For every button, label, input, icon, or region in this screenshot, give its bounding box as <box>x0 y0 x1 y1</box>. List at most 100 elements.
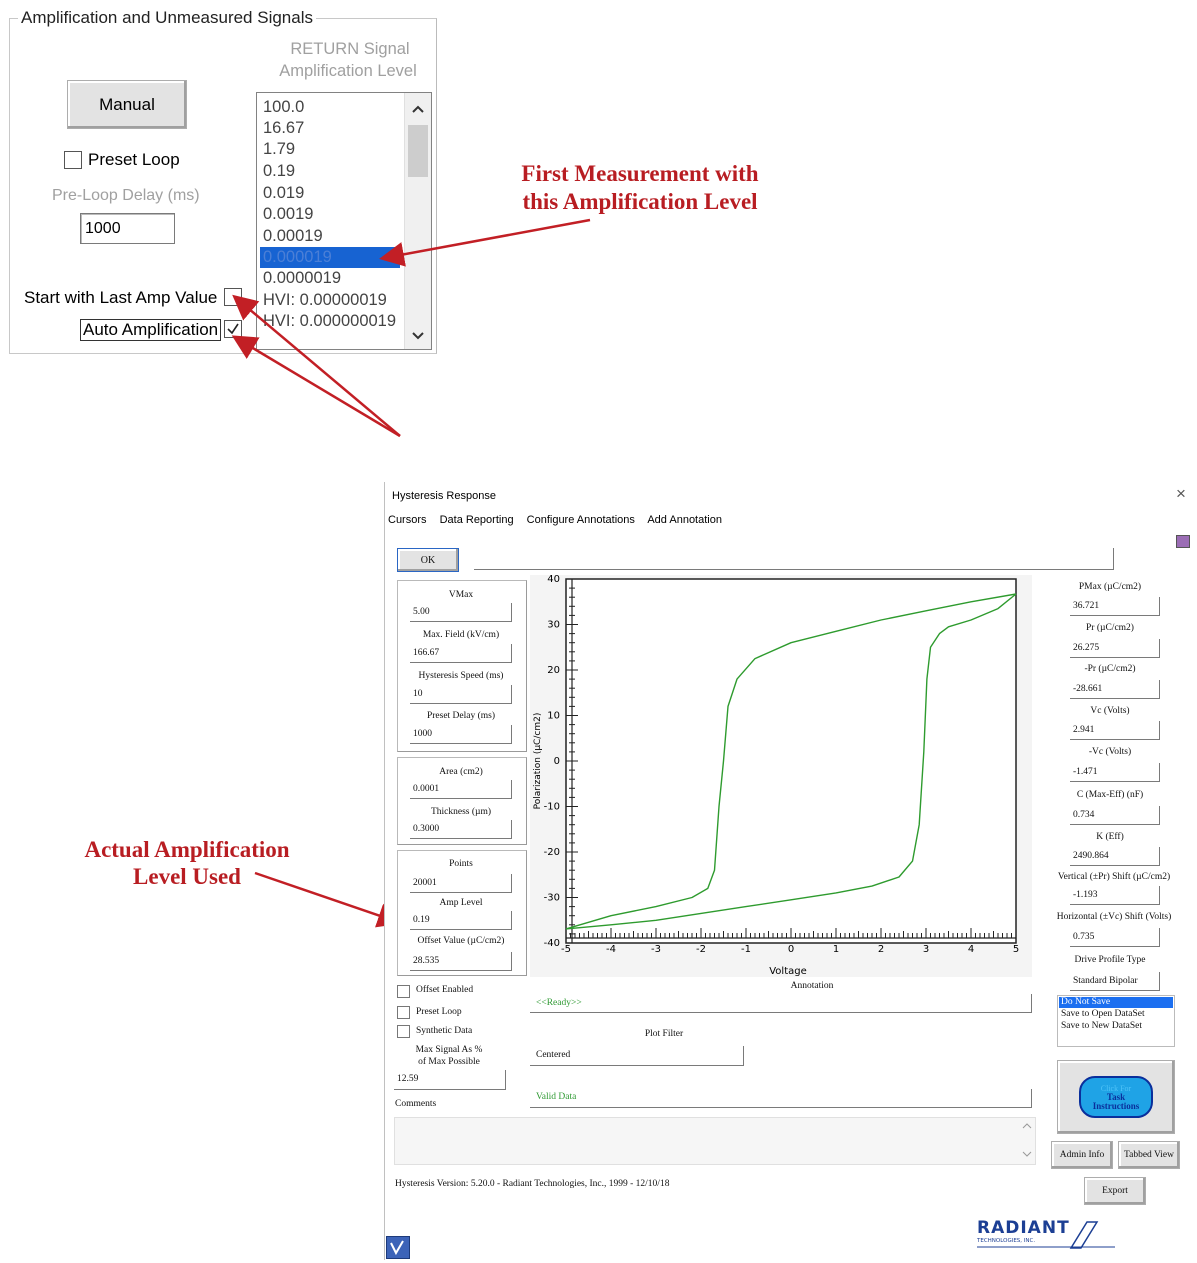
synthetic-data-checkbox[interactable] <box>397 1025 410 1038</box>
comments-textarea[interactable] <box>394 1117 1036 1165</box>
pmax-field: 36.721 <box>1070 597 1160 616</box>
tabbed-view-button[interactable]: Tabbed View <box>1118 1141 1180 1169</box>
menu-cursors[interactable]: Cursors <box>388 514 427 526</box>
save-option[interactable]: Save to Open DataSet <box>1061 1009 1145 1019</box>
x-tick-label: -2 <box>696 944 706 955</box>
max-field-label: Max. Field (kV/cm) <box>422 630 500 640</box>
x-tick-label: -3 <box>651 944 661 955</box>
task-btn-line3: Instructions <box>1092 1100 1140 1111</box>
preset-loop-label-small: Preset Loop <box>416 1007 462 1017</box>
max-signal-label-1: Max Signal As % <box>415 1045 483 1055</box>
top-status-field <box>474 548 1114 570</box>
save-options-list[interactable]: Do Not Save Save to Open DataSet Save to… <box>1057 995 1175 1047</box>
hysteresis-chart: 403020100-10-20-30-40-5 -4 -3 -2 -1 0 1 2 3 4 5 Vo… <box>533 575 1019 977</box>
hysteresis-speed-field[interactable]: 10 <box>410 685 512 704</box>
export-button[interactable]: Export <box>1084 1177 1146 1205</box>
x-axis-label: Voltage <box>769 966 807 977</box>
y-axis-label: Polarization (µC/cm2) <box>533 713 543 810</box>
valid-data-field: Valid Data <box>530 1089 1032 1108</box>
y-tick-label: 30 <box>547 620 560 631</box>
area-field[interactable]: 0.0001 <box>410 780 512 799</box>
hysteresis-speed-label: Hysteresis Speed (ms) <box>418 671 504 681</box>
points-field[interactable]: 20001 <box>410 874 512 893</box>
offset-enabled-label: Offset Enabled <box>416 985 474 995</box>
vc-label: Vc (Volts) <box>1090 706 1130 716</box>
capacitance-field: 0.734 <box>1070 806 1160 825</box>
thickness-label: Thickness (µm) <box>430 807 492 817</box>
window-title: Hysteresis Response <box>392 490 496 502</box>
neg-vc-field: -1.471 <box>1070 763 1160 782</box>
x-tick-label: -5 <box>561 944 571 955</box>
offset-value-label: Offset Value (µC/cm2) <box>417 936 505 946</box>
app-icon <box>386 1236 410 1259</box>
max-signal-field[interactable]: 12.59 <box>394 1070 506 1090</box>
logo-mark-icon <box>977 1221 1115 1249</box>
comments-label: Comments <box>395 1099 437 1109</box>
menu-configure-annotations[interactable]: Configure Annotations <box>527 514 635 526</box>
preset-delay-field[interactable]: 1000 <box>410 725 512 744</box>
plot-filter-label: Plot Filter <box>644 1029 684 1039</box>
menu-data-reporting[interactable]: Data Reporting <box>440 514 514 526</box>
plot-filter-select[interactable]: Centered <box>530 1046 744 1066</box>
x-tick-label: 3 <box>923 944 929 955</box>
radiant-logo: RADIANT TECHNOLOGIES, INC. <box>975 1218 1123 1254</box>
x-tick-label: 5 <box>1013 944 1019 955</box>
thickness-field[interactable]: 0.3000 <box>410 820 512 839</box>
neg-pr-field: -28.661 <box>1070 680 1160 699</box>
chart-settings-icon[interactable] <box>1176 535 1190 548</box>
vertical-shift-label: Vertical (±Pr) Shift (µC/cm2) <box>1057 872 1171 882</box>
drive-profile-field[interactable]: Standard Bipolar <box>1070 972 1160 991</box>
menu-add-annotation[interactable]: Add Annotation <box>647 514 722 526</box>
plot-frame <box>565 578 1017 944</box>
vmax-label: VMax <box>448 590 474 600</box>
horizontal-shift-field: 0.735 <box>1070 928 1160 947</box>
offset-value-field[interactable]: 28.535 <box>410 952 512 971</box>
chevron-up-icon <box>1022 1123 1032 1129</box>
offset-enabled-checkbox[interactable] <box>397 985 410 998</box>
y-tick-label: -30 <box>544 893 560 904</box>
x-tick-label: 0 <box>788 944 794 955</box>
synthetic-data-label: Synthetic Data <box>416 1026 473 1036</box>
y-tick-label: 10 <box>547 711 560 722</box>
save-option[interactable]: Save to New DataSet <box>1061 1021 1142 1031</box>
save-option-selected[interactable]: Do Not Save <box>1059 997 1173 1008</box>
x-tick-label: 1 <box>833 944 839 955</box>
arrow-to-amp-level-field <box>254 871 403 928</box>
neg-vc-label: -Vc (Volts) <box>1088 747 1132 757</box>
ok-button[interactable]: OK <box>397 548 459 572</box>
admin-info-button[interactable]: Admin Info <box>1051 1141 1113 1169</box>
vertical-shift-field: -1.193 <box>1070 886 1160 905</box>
amp-level-label: Amp Level <box>439 898 483 908</box>
area-label: Area (cm2) <box>439 767 483 777</box>
max-signal-label-2: of Max Possible <box>418 1057 480 1067</box>
pmax-label: PMax (µC/cm2) <box>1078 582 1142 592</box>
comments-scrollbar[interactable] <box>1021 1118 1033 1162</box>
task-instructions-button[interactable]: Click For Task Instructions <box>1079 1076 1153 1118</box>
pr-field: 26.275 <box>1070 639 1160 658</box>
y-tick-label: 40 <box>547 575 560 585</box>
vmax-field[interactable]: 5.00 <box>410 603 512 622</box>
k-eff-field: 2490.864 <box>1070 847 1160 866</box>
max-field-field[interactable]: 166.67 <box>410 644 512 663</box>
version-footer: Hysteresis Version: 5.20.0 - Radiant Tec… <box>395 1179 670 1189</box>
x-tick-label: 2 <box>878 944 884 955</box>
menu-bar: Cursors Data Reporting Configure Annotat… <box>388 514 732 526</box>
amp-level-field[interactable]: 0.19 <box>410 911 512 930</box>
vc-field: 2.941 <box>1070 721 1160 740</box>
y-tick-label: -10 <box>544 802 560 813</box>
k-eff-label: K (Eff) <box>1096 832 1124 842</box>
drive-profile-label: Drive Profile Type <box>1074 955 1146 965</box>
y-tick-label: 20 <box>547 665 560 676</box>
neg-pr-label: -Pr (µC/cm2) <box>1084 664 1136 674</box>
x-tick-label: -4 <box>606 944 616 955</box>
horizontal-shift-label: Horizontal (±Vc) Shift (Volts) <box>1056 912 1172 922</box>
preset-loop-checkbox-small[interactable] <box>397 1006 410 1019</box>
close-icon[interactable]: × <box>1176 484 1186 504</box>
task-instructions-panel: Click For Task Instructions <box>1057 1060 1175 1134</box>
y-tick-label: -20 <box>544 847 560 858</box>
preset-delay-label: Preset Delay (ms) <box>426 711 496 721</box>
y-tick-label: -40 <box>544 938 560 949</box>
y-tick-label: 0 <box>554 756 560 767</box>
pr-label: Pr (µC/cm2) <box>1086 623 1134 633</box>
status-field: <<Ready>> <box>530 994 1032 1013</box>
